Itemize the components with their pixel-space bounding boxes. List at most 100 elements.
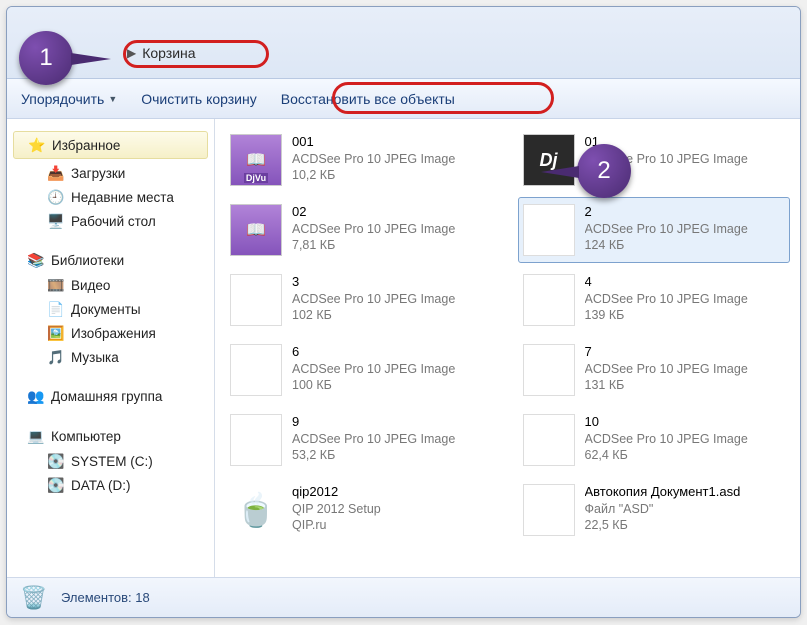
file-item[interactable]: 🍵qip2012QIP 2012 SetupQIP.ru (225, 477, 498, 543)
file-type: ACDSee Pro 10 JPEG Image (292, 221, 455, 237)
sidebar-libraries-item-label: Видео (71, 278, 110, 293)
file-thumbnail (230, 274, 282, 326)
file-thumbnail (523, 344, 575, 396)
breadcrumb[interactable]: ▶ Корзина (127, 45, 196, 61)
file-type: ACDSee Pro 10 JPEG Image (585, 361, 748, 377)
libraries-icon: 📚 (27, 251, 45, 269)
folder-icon: 💽 (47, 452, 65, 470)
file-item[interactable]: 7ACDSee Pro 10 JPEG Image131 КБ (518, 337, 791, 403)
file-name: 3 (292, 274, 455, 291)
sidebar-favorites-item[interactable]: 📥Загрузки (7, 161, 214, 185)
file-name: 4 (585, 274, 748, 291)
file-item[interactable]: 10ACDSee Pro 10 JPEG Image62,4 КБ (518, 407, 791, 473)
empty-bin-button[interactable]: Очистить корзину (141, 91, 257, 107)
file-info: Автокопия Документ1.asdФайл "ASD"22,5 КБ (585, 484, 741, 533)
annotation-highlight-restore (332, 82, 554, 114)
file-item[interactable]: 4ACDSee Pro 10 JPEG Image139 КБ (518, 267, 791, 333)
file-type: ACDSee Pro 10 JPEG Image (292, 431, 455, 447)
file-name: 2 (585, 204, 748, 221)
chevron-right-icon: ▶ (127, 46, 136, 60)
annotation-callout-2: 2 (577, 144, 631, 198)
sidebar-favorites[interactable]: ⭐ Избранное (13, 131, 208, 159)
file-size: QIP.ru (292, 517, 381, 533)
breadcrumb-location: Корзина (142, 45, 195, 61)
sidebar-libraries-item-label: Изображения (71, 326, 156, 341)
file-thumbnail: 🍵 (230, 484, 282, 536)
sidebar-libraries-item[interactable]: 🎵Музыка (7, 345, 214, 369)
file-info: 02ACDSee Pro 10 JPEG Image7,81 КБ (292, 204, 455, 253)
chevron-down-icon: ▼ (108, 94, 117, 104)
file-name: qip2012 (292, 484, 381, 501)
file-size: 53,2 КБ (292, 447, 455, 463)
toolbar: Упорядочить ▼ Очистить корзину Восстанов… (7, 79, 800, 119)
sidebar-computer-item[interactable]: 💽DATA (D:) (7, 473, 214, 497)
sidebar-libraries[interactable]: 📚 Библиотеки (7, 247, 214, 273)
sidebar-homegroup-group: 👥 Домашняя группа (7, 379, 214, 419)
folder-icon: 🎞️ (47, 276, 65, 294)
folder-icon: 📄 (47, 300, 65, 318)
folder-icon: 🖼️ (47, 324, 65, 342)
sidebar-favorites-item-label: Недавние места (71, 190, 174, 205)
sidebar-favorites-item[interactable]: 🕘 Недавние места (7, 185, 214, 209)
sidebar-libraries-item[interactable]: 🎞️ Видео (7, 273, 214, 297)
sidebar-computer-label: Компьютер (51, 429, 121, 444)
file-item[interactable]: 6ACDSee Pro 10 JPEG Image100 КБ (225, 337, 498, 403)
sidebar-homegroup[interactable]: 👥 Домашняя группа (7, 383, 214, 409)
file-item[interactable]: 📖02ACDSee Pro 10 JPEG Image7,81 КБ (225, 197, 498, 263)
file-item[interactable]: Автокопия Документ1.asdФайл "ASD"22,5 КБ (518, 477, 791, 543)
sidebar-favorites-label: Избранное (52, 138, 120, 153)
file-type: ACDSee Pro 10 JPEG Image (292, 151, 455, 167)
file-name: 6 (292, 344, 455, 361)
file-item[interactable]: 📖DjVu001ACDSee Pro 10 JPEG Image10,2 КБ (225, 127, 498, 193)
file-info: 3ACDSee Pro 10 JPEG Image102 КБ (292, 274, 455, 323)
statusbar: 🗑️ Элементов: 18 (7, 577, 800, 617)
file-size: 22,5 КБ (585, 517, 741, 533)
file-info: 7ACDSee Pro 10 JPEG Image131 КБ (585, 344, 748, 393)
file-size: 62,4 КБ (585, 447, 748, 463)
file-item[interactable]: Dj01ACDSee Pro 10 JPEG Image10,0 КБ (518, 127, 791, 193)
file-item[interactable]: 9ACDSee Pro 10 JPEG Image53,2 КБ (225, 407, 498, 473)
computer-icon: 💻 (27, 427, 45, 445)
empty-bin-label: Очистить корзину (141, 91, 257, 107)
sidebar-computer[interactable]: 💻 Компьютер (7, 423, 214, 449)
file-size: 102 КБ (292, 307, 455, 323)
status-item-count: Элементов: 18 (61, 590, 150, 605)
file-size: 7,81 КБ (292, 237, 455, 253)
file-item[interactable]: 3ACDSee Pro 10 JPEG Image102 КБ (225, 267, 498, 333)
organize-menu[interactable]: Упорядочить ▼ (21, 91, 117, 107)
sidebar-computer-group: 💻 Компьютер 💽 SYSTEM (C:) 💽DATA (D:) (7, 419, 214, 507)
sidebar: ⭐ Избранное 📥Загрузки 🕘 Недавние места 🖥️ Ра… (7, 119, 215, 577)
folder-icon: 🎵 (47, 348, 65, 366)
annotation-callout-1: 1 (19, 31, 73, 85)
organize-label: Упорядочить (21, 91, 104, 107)
sidebar-libraries-item-label: Документы (71, 302, 141, 317)
sidebar-favorites-item-label: Загрузки (71, 166, 125, 181)
recycle-bin-icon: 🗑️ (19, 583, 49, 613)
file-size: 100 КБ (292, 377, 455, 393)
sidebar-libraries-item[interactable]: 🖼️ Изображения (7, 321, 214, 345)
file-thumbnail (523, 414, 575, 466)
file-thumbnail (523, 204, 575, 256)
file-name: 9 (292, 414, 455, 431)
file-info: 4ACDSee Pro 10 JPEG Image139 КБ (585, 274, 748, 323)
file-type: ACDSee Pro 10 JPEG Image (585, 291, 748, 307)
sidebar-favorites-item[interactable]: 🖥️ Рабочий стол (7, 209, 214, 233)
folder-icon: 🖥️ (47, 212, 65, 230)
file-type: ACDSee Pro 10 JPEG Image (292, 361, 455, 377)
file-size: 124 КБ (585, 237, 748, 253)
sidebar-homegroup-label: Домашняя группа (51, 389, 162, 404)
sidebar-favorites-item-label: Рабочий стол (71, 214, 156, 229)
content-area: ⭐ Избранное 📥Загрузки 🕘 Недавние места 🖥️ Ра… (7, 119, 800, 577)
folder-icon: 🕘 (47, 188, 65, 206)
file-size: 139 КБ (585, 307, 748, 323)
file-name: 02 (292, 204, 455, 221)
folder-icon: 💽 (47, 476, 65, 494)
sidebar-computer-item-label: SYSTEM (C:) (71, 454, 153, 469)
sidebar-computer-item[interactable]: 💽 SYSTEM (C:) (7, 449, 214, 473)
file-info: qip2012QIP 2012 SetupQIP.ru (292, 484, 381, 533)
file-type: ACDSee Pro 10 JPEG Image (585, 221, 748, 237)
file-thumbnail (523, 274, 575, 326)
file-thumbnail: Dj (523, 134, 575, 186)
file-item[interactable]: 2ACDSee Pro 10 JPEG Image124 КБ (518, 197, 791, 263)
sidebar-libraries-item[interactable]: 📄 Документы (7, 297, 214, 321)
